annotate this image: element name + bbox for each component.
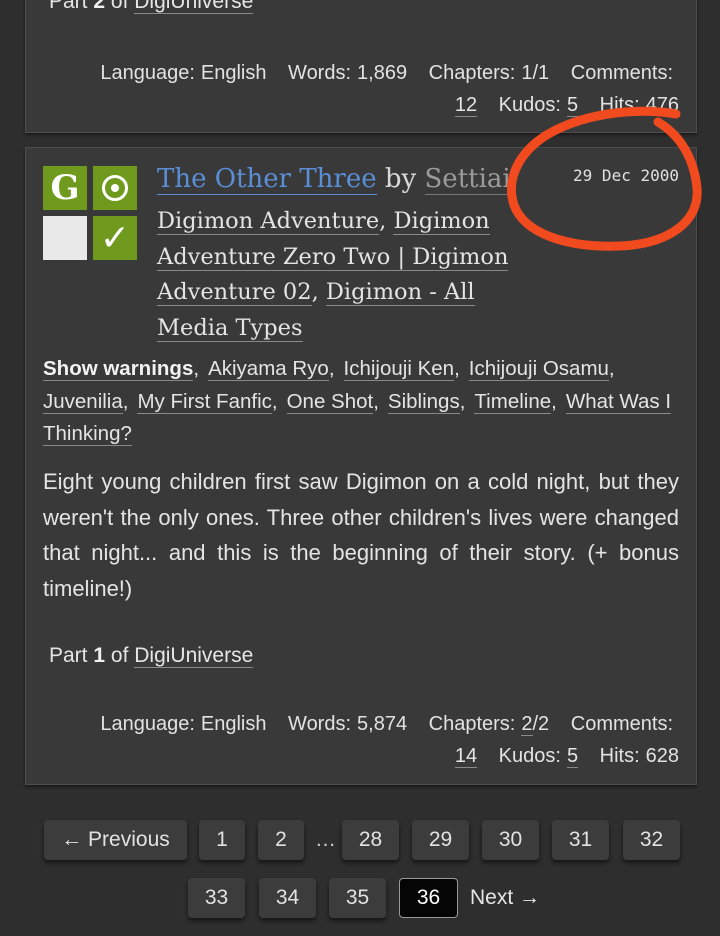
series-line: Part 1 of DigiUniverse [49, 644, 254, 668]
tag-link[interactable]: One Shot [286, 389, 374, 414]
tag-link[interactable]: Ichijouji Osamu [468, 357, 609, 381]
tag-link[interactable]: My First Fanfic [137, 389, 272, 414]
kudos-link[interactable]: 5 [566, 94, 579, 117]
work-blurb: G ✓ The Other Three by Settiai 29 Dec 20… [25, 147, 697, 785]
series-line: Part 2 of DigiUniverse [49, 0, 254, 14]
page-button[interactable]: 32 [623, 820, 680, 860]
tags-list: Show warnings, Akiyama Ryo, Ichijouji Ken,… [43, 357, 672, 446]
page-button[interactable]: 33 [188, 878, 245, 918]
language-value: English [200, 62, 267, 84]
previous-page-button[interactable]: ← Previous [44, 820, 187, 860]
show-warnings-link[interactable]: Show warnings [43, 357, 194, 381]
fandom-link[interactable]: Digimon Adventure [157, 208, 380, 235]
fandoms-list: Digimon Adventure, Digimon Adventure Zer… [157, 208, 509, 342]
complete-checkmark-icon[interactable]: ✓ [93, 216, 137, 260]
tag-link[interactable]: Juvenilia [43, 389, 123, 414]
work-stats: Language: English Words: 1,869 Chapters: 1/… [100, 62, 679, 117]
category-gen-icon[interactable] [93, 166, 137, 210]
page-button[interactable]: 2 [258, 820, 304, 860]
page-button[interactable]: 34 [259, 878, 316, 918]
work-summary: Eight young children first saw Digimon o… [43, 469, 679, 601]
pagination-gap: … [315, 828, 336, 851]
chapters-value: 1/1 [521, 62, 550, 84]
series-link[interactable]: DigiUniverse [134, 0, 254, 14]
language-value: English [200, 713, 267, 735]
words-value: 1,869 [357, 62, 408, 84]
author-link[interactable]: Settiai [424, 164, 511, 195]
tag-link[interactable]: Ichijouji Ken [343, 357, 455, 381]
comments-link[interactable]: 12 [454, 94, 478, 117]
page-button[interactable]: 30 [482, 820, 539, 860]
tag-link[interactable]: Akiyama Ryo [208, 357, 329, 381]
chapters-link[interactable]: 2 [521, 713, 533, 736]
work-stats: Language: English Words: 5,874 Chapters: 2/… [100, 713, 679, 768]
rating-general-icon[interactable]: G [43, 166, 87, 210]
tag-link[interactable]: Siblings [387, 389, 460, 414]
work-heading: The Other Three by Settiai [157, 164, 511, 195]
words-value: 5,874 [357, 713, 408, 735]
work-blurb: Part 2 of DigiUniverse Language: English … [25, 0, 697, 133]
work-date: 29 Dec 2000 [573, 166, 679, 185]
required-tags: G ✓ [43, 166, 139, 262]
comments-link[interactable]: 14 [454, 745, 478, 768]
page-button[interactable]: 29 [412, 820, 469, 860]
work-title-link[interactable]: The Other Three [157, 164, 377, 195]
warning-none-icon[interactable] [43, 216, 87, 260]
page-button[interactable]: 28 [342, 820, 399, 860]
page-button[interactable]: 31 [552, 820, 609, 860]
hits-value: 476 [645, 94, 679, 116]
next-page-link[interactable]: Next → [470, 878, 540, 918]
tag-link[interactable]: Timeline [474, 389, 552, 414]
hits-value: 628 [645, 745, 679, 767]
series-link[interactable]: DigiUniverse [134, 644, 254, 668]
page-button[interactable]: 35 [329, 878, 386, 918]
current-page: 36 [399, 878, 458, 918]
page-button[interactable]: 1 [199, 820, 245, 860]
kudos-link[interactable]: 5 [566, 745, 579, 768]
